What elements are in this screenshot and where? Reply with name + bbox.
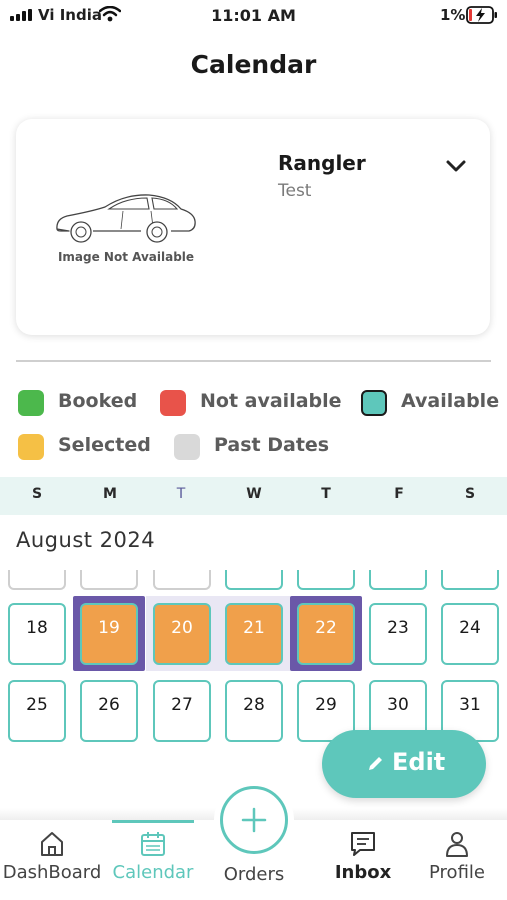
legend-label-booked: Booked — [58, 390, 138, 412]
vehicle-subtitle: Test — [278, 181, 312, 201]
weekday-wed: W — [246, 486, 262, 502]
status-time: 11:01 AM — [211, 6, 296, 25]
edit-button-label: Edit — [392, 748, 446, 776]
calendar-day-cell[interactable] — [297, 570, 355, 590]
calendar-day-cell[interactable] — [441, 570, 499, 590]
calendar-icon — [141, 832, 165, 856]
calendar-day-23[interactable]: 23 — [369, 603, 427, 665]
car-icon — [56, 194, 196, 243]
calendar-day-19[interactable]: 19 — [80, 603, 138, 665]
plus-icon — [241, 807, 267, 833]
user-icon — [446, 832, 468, 857]
nav-item-profile[interactable]: Profile — [414, 820, 500, 900]
nav-item-inbox[interactable]: Inbox — [318, 820, 408, 900]
calendar-day-22[interactable]: 22 — [297, 603, 355, 665]
calendar-day-cell — [153, 570, 211, 590]
battery-percent: 1% — [440, 6, 466, 24]
edit-button[interactable]: Edit — [322, 730, 486, 798]
vehicle-name: Rangler — [278, 151, 366, 175]
status-bar: Vi India 11:01 AM 1% — [0, 0, 507, 30]
pencil-icon — [369, 757, 382, 770]
legend-label-available: Available — [401, 390, 500, 412]
calendar-day-cell — [80, 570, 138, 590]
add-order-button[interactable] — [220, 786, 288, 854]
calendar-day-25[interactable]: 25 — [8, 680, 66, 742]
nav-item-dashboard[interactable]: DashBoard — [0, 820, 104, 900]
chevron-down-icon[interactable] — [445, 159, 467, 173]
calendar-day-26[interactable]: 26 — [80, 680, 138, 742]
calendar-day-28[interactable]: 28 — [225, 680, 283, 742]
calendar-day-cell[interactable] — [225, 570, 283, 590]
weekday-fri: F — [394, 486, 404, 502]
calendar-day-18[interactable]: 18 — [8, 603, 66, 665]
nav-label-inbox: Inbox — [334, 862, 392, 883]
battery-charging-icon — [466, 6, 497, 24]
weekday-thu: T — [321, 486, 331, 502]
legend-swatch-available — [361, 390, 387, 416]
weekday-sat: S — [464, 486, 476, 502]
legend-swatch-past-dates — [174, 434, 200, 460]
vehicle-card[interactable]: Image Not Available Rangler Test — [16, 119, 490, 335]
page-title: Calendar — [190, 50, 317, 79]
nav-label-profile: Profile — [429, 862, 485, 883]
weekday-header: S M T W T F S — [0, 477, 507, 515]
legend-label-past-dates: Past Dates — [214, 434, 330, 456]
legend-label-selected: Selected — [58, 434, 151, 456]
weekday-tue: T — [176, 486, 186, 502]
legend-swatch-not-available — [160, 390, 186, 416]
nav-label-dashboard: DashBoard — [2, 862, 102, 883]
image-placeholder-text: Image Not Available — [57, 250, 195, 264]
calendar-day-cell[interactable] — [369, 570, 427, 590]
nav-label-calendar: Calendar — [112, 862, 194, 883]
weekday-mon: M — [103, 486, 117, 502]
nav-item-calendar[interactable]: Calendar — [106, 820, 200, 900]
home-icon — [41, 832, 63, 856]
calendar-day-cell — [8, 570, 66, 590]
calendar-day-20[interactable]: 20 — [153, 603, 211, 665]
nav-label-orders: Orders — [223, 864, 285, 885]
legend-label-not-available: Not available — [200, 390, 342, 412]
legend-swatch-booked — [18, 390, 44, 416]
calendar-day-24[interactable]: 24 — [441, 603, 499, 665]
weekday-sun: S — [31, 486, 43, 502]
month-title: August 2024 — [16, 528, 156, 552]
calendar-day-21[interactable]: 21 — [225, 603, 283, 665]
chat-icon — [351, 832, 375, 856]
divider — [16, 360, 491, 362]
calendar-day-27[interactable]: 27 — [153, 680, 211, 742]
legend-swatch-selected — [18, 434, 44, 460]
